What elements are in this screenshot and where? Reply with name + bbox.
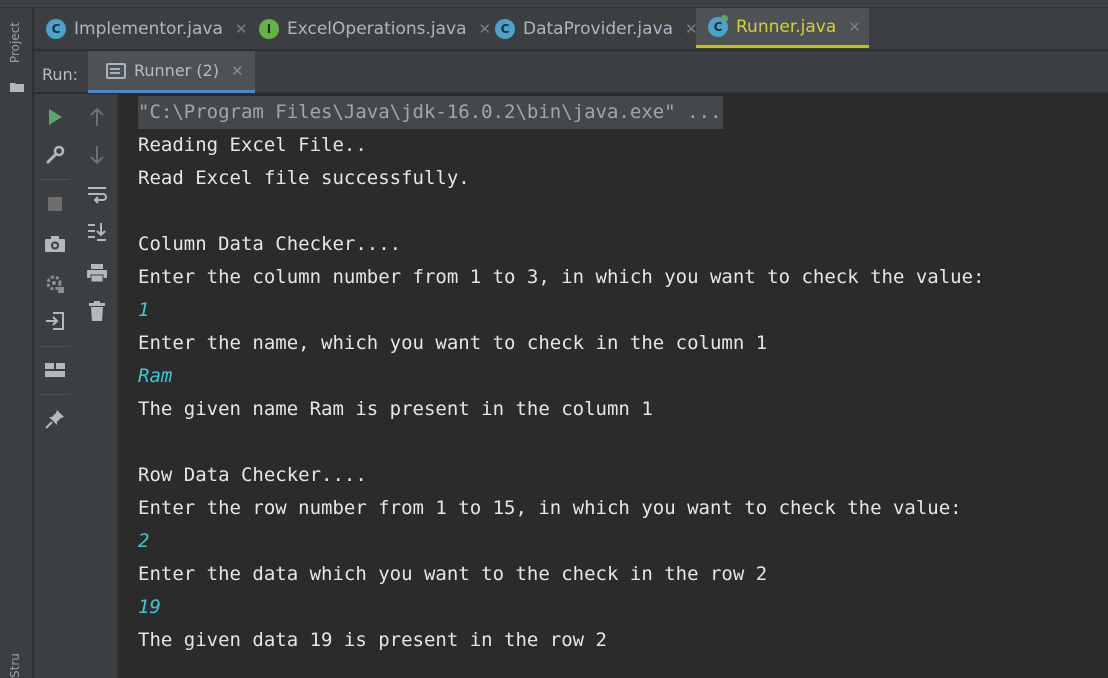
run-toolbar-secondary (76, 94, 118, 678)
console-line: Enter the name, which you want to check … (138, 332, 768, 354)
gear-debug-icon (46, 275, 64, 293)
console-line: Enter the row number from 1 to 15, in wh… (138, 497, 962, 519)
settings-button[interactable] (41, 270, 69, 298)
pin-tab-button[interactable] (41, 405, 69, 433)
console-user-input: 1 (138, 299, 150, 321)
interface-icon: I (259, 18, 279, 39)
close-icon[interactable]: ✕ (848, 18, 861, 36)
edit-configuration-button[interactable] (41, 141, 69, 169)
stop-button[interactable] (41, 190, 69, 218)
layout-icon (45, 363, 65, 377)
tab-excel-operations[interactable]: I ExcelOperations.java ✕ (247, 8, 499, 49)
run-tab-runner[interactable]: Runner (2) ✕ (88, 51, 255, 93)
trash-icon (89, 301, 105, 321)
console-icon (106, 62, 126, 79)
scroll-to-end-icon (88, 223, 106, 241)
stop-icon (48, 197, 62, 211)
soft-wrap-button[interactable] (83, 181, 111, 209)
console-user-input: Ram (138, 365, 173, 387)
tab-label: DataProvider.java (523, 18, 674, 39)
tab-runner[interactable]: C Runner.java ✕ (696, 8, 869, 48)
dump-threads-button[interactable] (41, 230, 69, 258)
console-user-input: 19 (138, 596, 161, 618)
tab-implementor[interactable]: C Implementor.java ✕ (34, 8, 255, 49)
scroll-to-end-button[interactable] (83, 218, 111, 246)
up-button[interactable] (83, 103, 111, 131)
folder-icon[interactable] (10, 82, 24, 92)
printer-icon (87, 264, 107, 282)
rerun-button[interactable] (41, 103, 69, 131)
runnable-class-icon: C (708, 14, 728, 37)
console-line: Read Excel file successfully. (138, 167, 470, 189)
run-toolbar-primary (34, 94, 76, 678)
tab-label: Implementor.java (74, 18, 223, 39)
window-top-strip (0, 0, 1108, 8)
close-icon[interactable]: ✕ (235, 20, 248, 38)
play-icon (49, 109, 62, 125)
project-tool-button[interactable]: Project (8, 22, 22, 63)
console-line: Enter the data which you want to the che… (138, 563, 768, 585)
run-window-header: Run: Runner (2) ✕ (34, 51, 1108, 93)
editor-tab-bar: C Implementor.java ✕ I ExcelOperations.j… (34, 8, 1108, 50)
tab-data-provider[interactable]: C DataProvider.java ✕ (483, 8, 706, 49)
arrow-down-icon (90, 146, 104, 165)
console-line: The given name Ram is present in the col… (138, 398, 653, 420)
print-button[interactable] (83, 259, 111, 287)
console-line: Row Data Checker.... (138, 464, 367, 486)
camera-icon (45, 236, 65, 252)
close-icon[interactable]: ✕ (231, 62, 244, 80)
class-icon: C (495, 18, 515, 39)
console-line-command: "C:\Program Files\Java\jdk-16.0.2\bin\ja… (138, 96, 724, 129)
pin-icon (45, 410, 64, 429)
restore-layout-button[interactable] (41, 307, 69, 335)
exit-icon (46, 312, 64, 330)
class-icon: C (46, 18, 66, 39)
arrow-up-icon (90, 107, 104, 126)
console-line: Enter the column number from 1 to 3, in … (138, 266, 985, 288)
clear-all-button[interactable] (83, 297, 111, 325)
console-line: Reading Excel File.. (138, 134, 367, 156)
console-output[interactable]: "C:\Program Files\Java\jdk-16.0.2\bin\ja… (119, 94, 1108, 678)
console-line: The given data 19 is present in the row … (138, 629, 607, 651)
layout-button[interactable] (41, 356, 69, 384)
tab-label: ExcelOperations.java (287, 18, 467, 39)
console-line: Column Data Checker.... (138, 233, 402, 255)
left-tool-strip: Project Structure (0, 8, 33, 678)
soft-wrap-icon (88, 187, 107, 204)
tab-label: Runner.java (736, 16, 837, 37)
down-button[interactable] (83, 141, 111, 169)
console-user-input: 2 (138, 530, 150, 552)
structure-tool-button[interactable]: Structure (8, 654, 22, 678)
run-label: Run: (42, 65, 79, 84)
run-tab-label: Runner (2) (134, 61, 219, 80)
wrench-icon (46, 145, 65, 164)
